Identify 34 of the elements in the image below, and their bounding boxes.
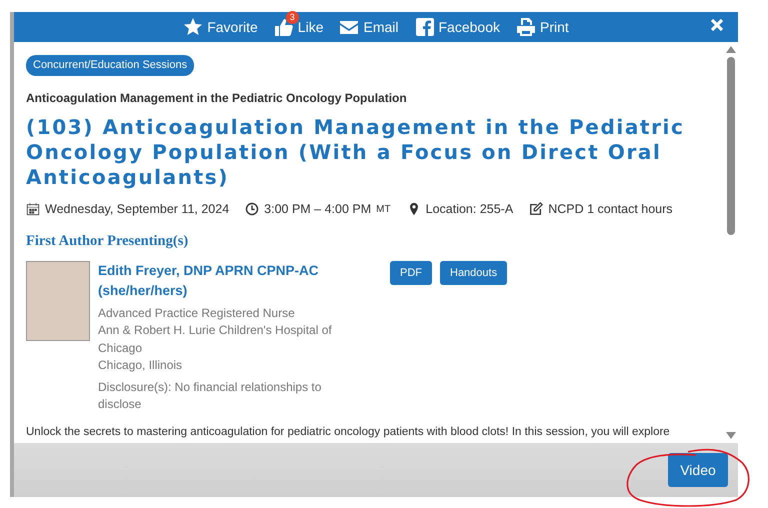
star-icon — [183, 17, 204, 37]
meta-text: Location: 255-A — [426, 201, 514, 218]
meta-text: NCPD 1 contact hours — [548, 201, 673, 218]
presenter-organization: Ann & Robert H. Lurie Children's Hospital of Chicago — [98, 322, 333, 356]
edit-icon — [529, 202, 544, 216]
presenter-city: Chicago, Illinois — [98, 357, 184, 374]
document-button[interactable]: PDF — [390, 260, 432, 284]
close-button[interactable] — [710, 18, 724, 32]
facebook-icon — [414, 17, 434, 37]
session-title: (103) Anticoagulation Management in the Pediatric Oncology Population (With a Focus on Direct Oral Anticoagulants) — [26, 115, 686, 190]
category-tag: Concurrent/Education Sessions — [26, 55, 194, 76]
track-title: Anticoagulation Management in the Pediatric Oncology Population — [26, 90, 408, 107]
scrollbar-thumb[interactable] — [727, 57, 735, 235]
scroll-up-icon[interactable] — [726, 46, 736, 53]
section-heading: First Author Presenting(s) — [26, 232, 190, 251]
count-badge: 3 — [286, 10, 299, 24]
meta-text: 3:00 PM – 4:00 PM — [264, 201, 372, 218]
clock-icon — [245, 202, 260, 216]
timezone-text: MT — [376, 202, 391, 217]
video-button[interactable]: Video — [668, 453, 728, 487]
document-button[interactable]: Handouts — [440, 260, 508, 284]
toolbar-link[interactable]: Facebook — [438, 16, 500, 38]
scroll-down-icon[interactable] — [726, 432, 736, 439]
meta-text: Wednesday, September 11, 2024 — [45, 201, 230, 218]
disclosure-text: Disclosure(s): No financial relationships to disclose — [98, 378, 322, 413]
presenter-name-link[interactable]: Edith Freyer, DNP APRN CPNP-AC (she/her/hers) — [98, 260, 338, 300]
toolbar-link[interactable]: Print — [540, 16, 569, 38]
toolbar-link[interactable]: Favorite — [207, 16, 258, 38]
toolbar-link[interactable]: Email — [363, 16, 398, 38]
calendar-icon — [26, 202, 40, 216]
toolbar-link[interactable]: Like — [298, 16, 324, 38]
presenter-role: Advanced Practice Registered Nurse — [98, 304, 296, 322]
description-text: Unlock the secrets to mastering anticoagulation for pediatric oncology patients with blood clots! In this session, you will explore — [26, 424, 671, 440]
printer-icon — [516, 17, 536, 37]
